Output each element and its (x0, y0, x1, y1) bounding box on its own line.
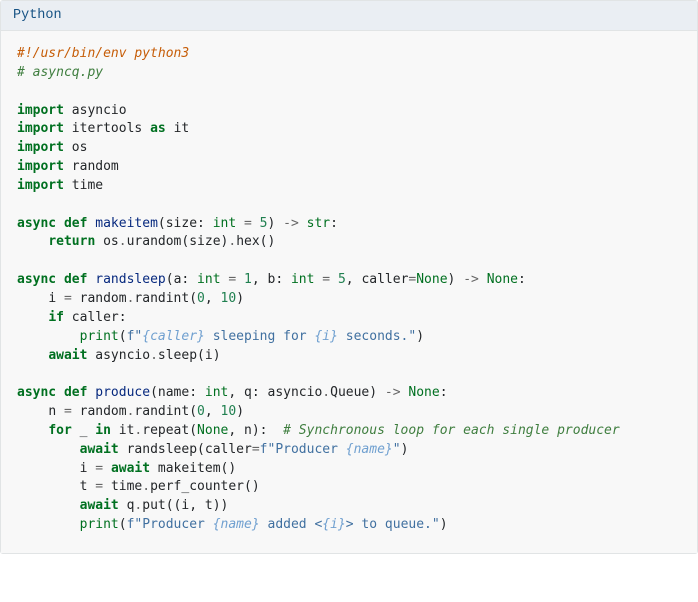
code-language-header: Python (1, 1, 697, 31)
code-content: #!/usr/bin/env python3 # asyncq.py impor… (17, 46, 620, 532)
code-body: #!/usr/bin/env python3 # asyncq.py impor… (1, 31, 697, 553)
code-block: Python #!/usr/bin/env python3 # asyncq.p… (0, 0, 698, 554)
code-language-label: Python (13, 8, 62, 23)
